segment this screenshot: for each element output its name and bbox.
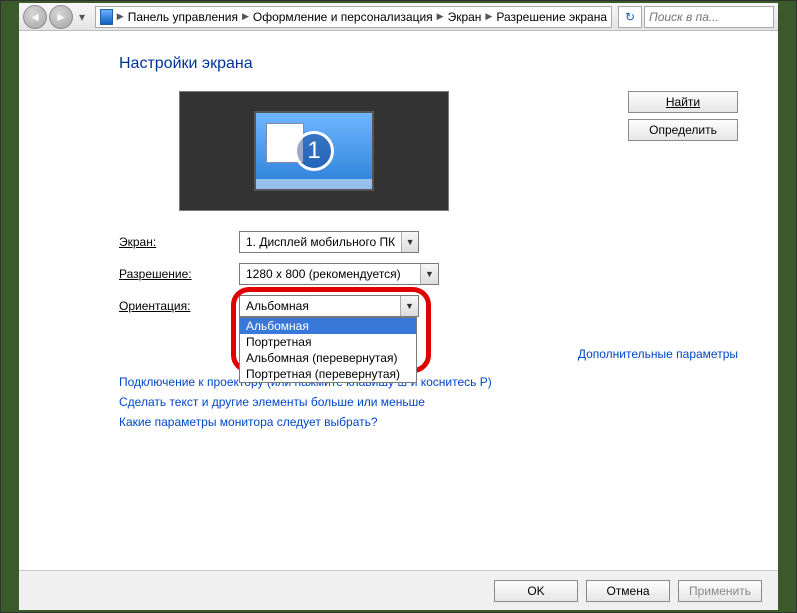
back-button[interactable]: ◄ xyxy=(23,5,47,29)
orientation-option[interactable]: Альбомная (перевернутая) xyxy=(240,350,416,366)
display-combo[interactable]: 1. Дисплей мобильного ПК ▼ xyxy=(239,231,419,253)
identify-button[interactable]: Определить xyxy=(628,119,738,141)
resolution-value: 1280 x 800 (рекомендуется) xyxy=(240,267,420,281)
orientation-label: Ориентация: xyxy=(119,299,239,313)
breadcrumb-sep: ▶ xyxy=(115,11,126,22)
monitor-number: 1 xyxy=(294,131,334,171)
breadcrumb-sep: ▶ xyxy=(483,11,494,22)
orientation-option[interactable]: Портретная xyxy=(240,334,416,350)
history-dropdown[interactable]: ▾ xyxy=(75,7,89,27)
page-title: Настройки экрана xyxy=(119,55,738,73)
breadcrumb[interactable]: ▶ Панель управления ▶ Оформление и персо… xyxy=(95,6,612,28)
orientation-value: Альбомная xyxy=(240,299,400,313)
chevron-down-icon[interactable]: ▼ xyxy=(420,264,438,284)
chevron-down-icon[interactable]: ▼ xyxy=(400,296,418,316)
apply-button[interactable]: Применить xyxy=(678,580,762,602)
breadcrumb-seg[interactable]: Разрешение экрана xyxy=(496,10,607,24)
footer: OK Отмена Применить xyxy=(19,570,778,610)
orientation-dropdown[interactable]: Альбомная Портретная Альбомная (переверн… xyxy=(239,317,417,383)
cancel-button[interactable]: Отмена xyxy=(586,580,670,602)
find-button[interactable]: Найти xyxy=(628,91,738,113)
breadcrumb-sep: ▶ xyxy=(240,11,251,22)
toolbar: ◄ ► ▾ ▶ Панель управления ▶ Оформление и… xyxy=(19,3,778,31)
search-box[interactable]: 🔍 xyxy=(644,6,774,28)
breadcrumb-seg[interactable]: Оформление и персонализация xyxy=(253,10,433,24)
orientation-combo[interactable]: Альбомная ▼ xyxy=(239,295,419,317)
monitor-thumbnail[interactable]: 1 xyxy=(254,111,374,191)
display-value: 1. Дисплей мобильного ПК xyxy=(240,235,401,249)
ok-button[interactable]: OK xyxy=(494,580,578,602)
orientation-option[interactable]: Альбомная xyxy=(240,318,416,334)
resolution-combo[interactable]: 1280 x 800 (рекомендуется) ▼ xyxy=(239,263,439,285)
which-settings-link[interactable]: Какие параметры монитора следует выбрать… xyxy=(119,415,738,429)
search-input[interactable] xyxy=(645,10,797,24)
taskbar-icon xyxy=(256,179,372,189)
refresh-button[interactable]: ↻ xyxy=(618,6,642,28)
display-preview[interactable]: 1 xyxy=(179,91,449,211)
breadcrumb-sep: ▶ xyxy=(435,11,446,22)
textsize-link[interactable]: Сделать текст и другие элементы больше и… xyxy=(119,395,738,409)
orientation-option[interactable]: Портретная (перевернутая) xyxy=(240,366,416,382)
breadcrumb-seg[interactable]: Экран xyxy=(448,10,482,24)
resolution-label: Разрешение: xyxy=(119,267,239,281)
breadcrumb-seg[interactable]: Панель управления xyxy=(128,10,238,24)
chevron-down-icon[interactable]: ▼ xyxy=(401,232,418,252)
forward-button[interactable]: ► xyxy=(49,5,73,29)
advanced-settings-link[interactable]: Дополнительные параметры xyxy=(119,347,738,361)
content: Настройки экрана 1 Найти Определить Экра… xyxy=(19,31,778,570)
display-label: Экран: xyxy=(119,235,239,249)
control-panel-icon xyxy=(100,9,113,25)
projector-link[interactable]: Подключение к проектору (или нажмите кла… xyxy=(119,375,738,389)
